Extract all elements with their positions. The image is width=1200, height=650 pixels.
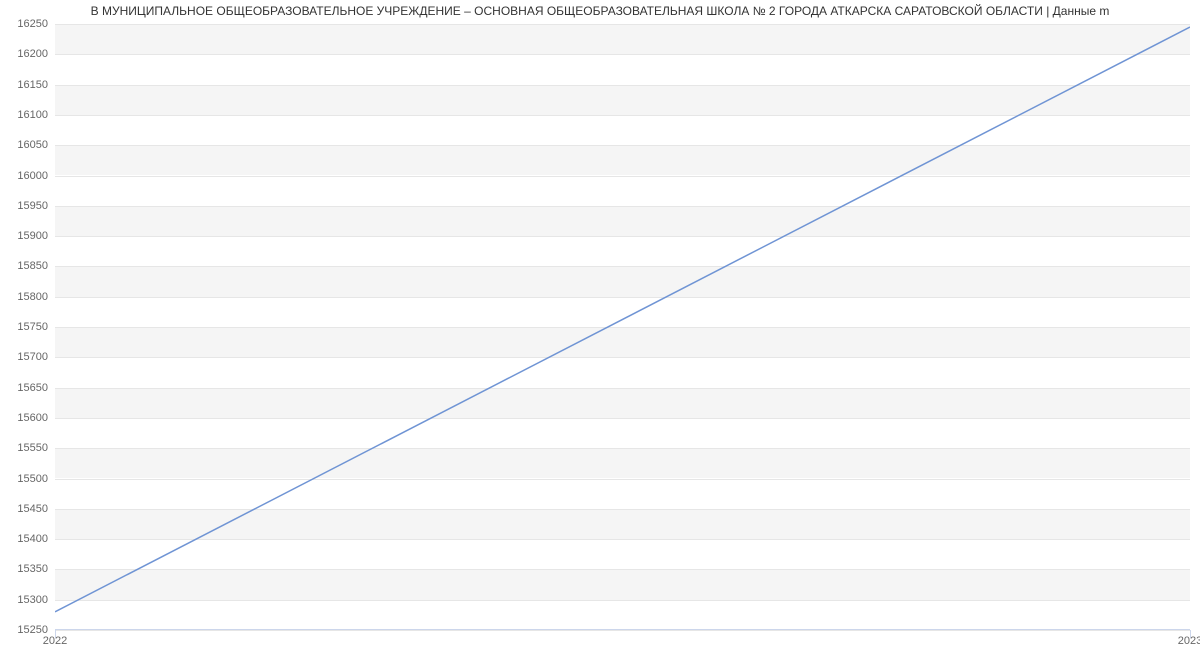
y-axis-tick-label: 15350 — [17, 563, 48, 575]
grid-band — [55, 24, 1190, 54]
grid-line — [55, 630, 1190, 631]
grid-line — [55, 357, 1190, 358]
grid-line — [55, 600, 1190, 601]
grid-line — [55, 206, 1190, 207]
y-axis-tick-label: 15850 — [17, 260, 48, 272]
y-axis-tick-label: 16000 — [17, 170, 48, 182]
grid-line — [55, 24, 1190, 25]
grid-line — [55, 236, 1190, 237]
y-axis-tick-label: 15450 — [17, 503, 48, 515]
grid-line — [55, 388, 1190, 389]
grid-line — [55, 145, 1190, 146]
y-axis-tick-label: 15550 — [17, 442, 48, 454]
y-axis-tick-label: 16250 — [17, 18, 48, 30]
grid-line — [55, 266, 1190, 267]
x-axis-tick-label: 2023 — [1178, 635, 1200, 647]
y-axis-tick-label: 15700 — [17, 351, 48, 363]
grid-band — [55, 145, 1190, 175]
grid-line — [55, 115, 1190, 116]
y-axis-tick-label: 15600 — [17, 412, 48, 424]
y-axis-tick-label: 15500 — [17, 473, 48, 485]
grid-band — [55, 266, 1190, 296]
grid-line — [55, 539, 1190, 540]
y-axis-tick-label: 15900 — [17, 230, 48, 242]
y-axis-tick-label: 16100 — [17, 109, 48, 121]
chart-title: В МУНИЦИПАЛЬНОЕ ОБЩЕОБРАЗОВАТЕЛЬНОЕ УЧРЕ… — [0, 0, 1200, 26]
grid-line — [55, 297, 1190, 298]
grid-line — [55, 418, 1190, 419]
y-axis-tick-label: 15300 — [17, 594, 48, 606]
y-axis-tick-label: 15400 — [17, 533, 48, 545]
grid-band — [55, 388, 1190, 418]
y-axis-tick-label: 15950 — [17, 200, 48, 212]
y-axis-tick-label: 15650 — [17, 382, 48, 394]
grid-band — [55, 569, 1190, 599]
grid-line — [55, 54, 1190, 55]
y-axis-tick-label: 16150 — [17, 79, 48, 91]
grid-band — [55, 448, 1190, 478]
grid-line — [55, 569, 1190, 570]
y-axis-tick-label: 15800 — [17, 291, 48, 303]
grid-band — [55, 85, 1190, 115]
grid-line — [55, 327, 1190, 328]
grid-line — [55, 85, 1190, 86]
grid-line — [55, 176, 1190, 177]
y-axis-tick-label: 15750 — [17, 321, 48, 333]
grid-line — [55, 509, 1190, 510]
grid-line — [55, 479, 1190, 480]
x-axis — [55, 629, 1190, 630]
grid-band — [55, 327, 1190, 357]
y-axis-tick-label: 16050 — [17, 139, 48, 151]
y-axis-tick-label: 16200 — [17, 48, 48, 60]
grid-band — [55, 206, 1190, 236]
chart-plot-area: 1525015300153501540015450155001555015600… — [55, 24, 1190, 630]
grid-band — [55, 509, 1190, 539]
grid-line — [55, 448, 1190, 449]
x-axis-tick-label: 2022 — [43, 635, 67, 647]
